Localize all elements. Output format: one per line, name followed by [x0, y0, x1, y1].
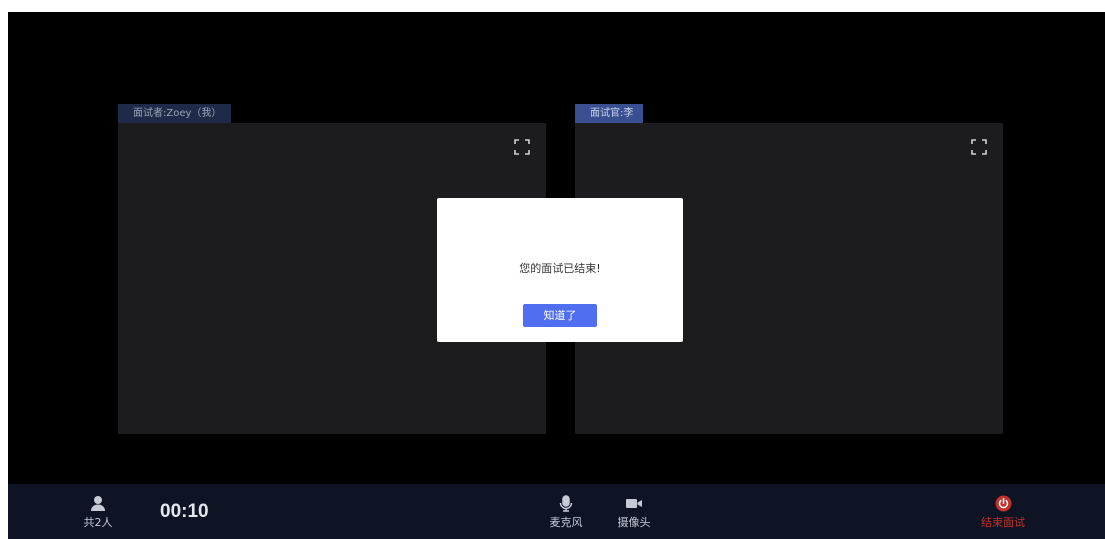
bottom-toolbar: 共2人 00:10 麦克风 摄像头 结束面试: [8, 484, 1105, 539]
call-timer: 00:10: [160, 501, 209, 522]
camera-label: 摄像头: [617, 516, 651, 529]
end-interview-button[interactable]: 结束面试: [978, 495, 1028, 530]
dialog-message: 您的面试已结束!: [519, 262, 601, 275]
user-icon: [91, 496, 105, 511]
microphone-button[interactable]: 麦克风: [548, 495, 584, 530]
fullscreen-icon[interactable]: [514, 139, 530, 155]
fullscreen-icon[interactable]: [971, 139, 987, 155]
acknowledge-button[interactable]: 知道了: [523, 304, 597, 327]
participants-count: 共2人: [83, 516, 113, 529]
power-icon: [995, 495, 1011, 512]
interview-room: 面试者:Zoey（我） 面试官:李 共2人 00:10 麦克风 摄像头 结束面试…: [8, 12, 1105, 539]
participants-button[interactable]: 共2人: [80, 495, 116, 530]
interview-ended-dialog: 您的面试已结束! 知道了: [437, 198, 683, 342]
microphone-icon: [559, 495, 573, 512]
camera-icon: [626, 499, 642, 508]
interviewer-video-label: 面试官:李: [575, 104, 644, 123]
camera-button[interactable]: 摄像头: [614, 495, 654, 530]
microphone-label: 麦克风: [549, 516, 583, 529]
end-interview-label: 结束面试: [981, 516, 1025, 529]
candidate-video-label: 面试者:Zoey（我）: [118, 104, 232, 123]
